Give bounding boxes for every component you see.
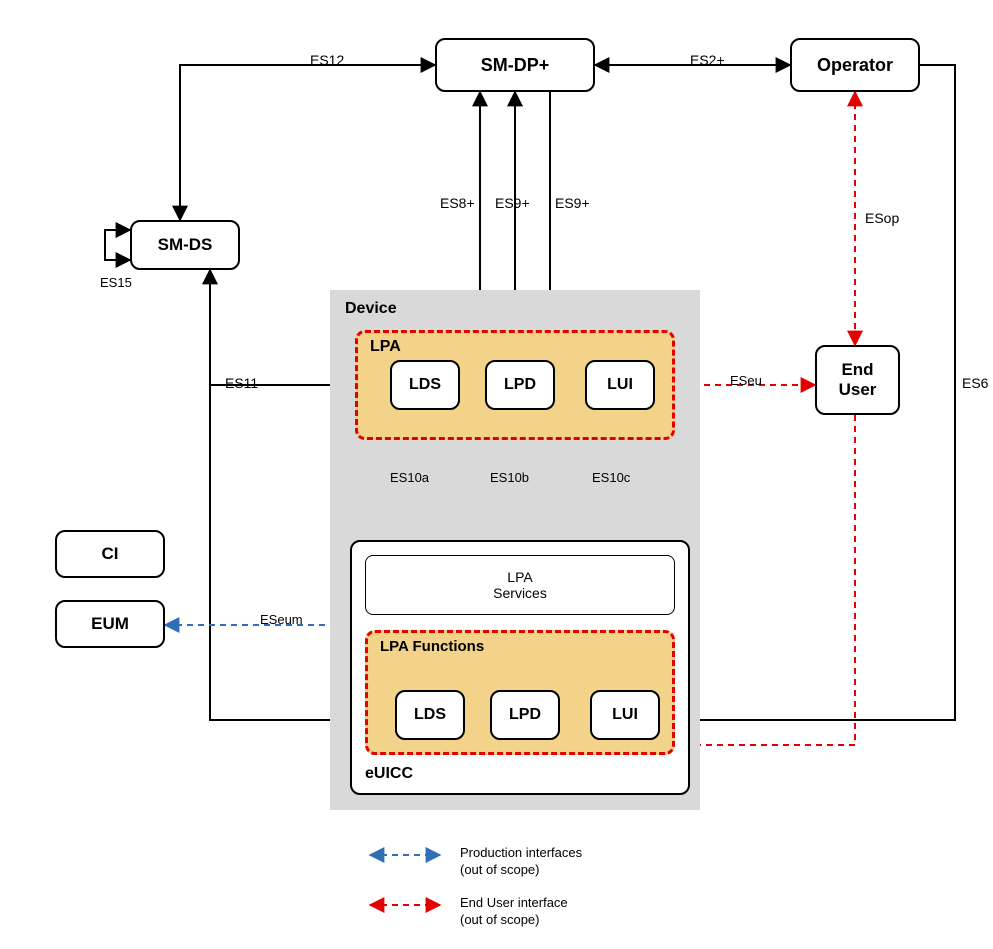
edge-label-es9pb: ES9+ [555,195,590,211]
node-lds-2: LDS [395,690,465,740]
node-label: LPD [504,376,536,394]
node-lpd-2: LPD [490,690,560,740]
edge-label-es9pa: ES9+ [495,195,530,211]
node-ci: CI [55,530,165,578]
node-eum: EUM [55,600,165,648]
node-label: LPA Services [493,569,547,601]
node-label: LDS [409,376,441,394]
edge-label-es6: ES6 [962,375,988,391]
edge-label-es11: ES11 [225,375,258,391]
node-lpa-services: LPA Services [365,555,675,615]
node-lpd-1: LPD [485,360,555,410]
node-label: SM-DS [158,235,213,255]
edge-label-es10c: ES10c [592,470,630,485]
node-label: SM-DP+ [481,55,550,76]
node-label: LUI [612,706,638,724]
group-lpa-functions-label: LPA Functions [380,638,484,655]
edge-label-es8p: ES8+ [440,195,475,211]
node-end-user: End User [815,345,900,415]
node-label: End User [839,360,877,400]
node-label: CI [102,544,119,564]
node-sm-dp: SM-DP+ [435,38,595,92]
edge-label-es10a: ES10a [390,470,429,485]
group-device-label: Device [345,300,397,318]
node-label: LUI [607,376,633,394]
legend-production: Production interfaces (out of scope) [460,845,582,879]
legend-end-user: End User interface (out of scope) [460,895,568,929]
group-euicc-label: eUICC [365,765,413,783]
node-operator: Operator [790,38,920,92]
node-lds-1: LDS [390,360,460,410]
group-lpa-label: LPA [370,338,401,356]
edge-label-es15: ES15 [100,275,132,290]
edge-label-es12: ES12 [310,52,344,68]
edge-label-es2p: ES2+ [690,52,725,68]
edge-label-esop: ESop [865,210,899,226]
edge-label-eseu: ESeu [730,373,762,388]
node-lui-2: LUI [590,690,660,740]
node-label: LDS [414,706,446,724]
node-label: Operator [817,55,893,76]
node-sm-ds: SM-DS [130,220,240,270]
edge-label-es10b: ES10b [490,470,529,485]
node-label: LPD [509,706,541,724]
node-label: EUM [91,614,129,634]
node-lui-1: LUI [585,360,655,410]
edge-label-eseum: ESeum [260,612,303,627]
